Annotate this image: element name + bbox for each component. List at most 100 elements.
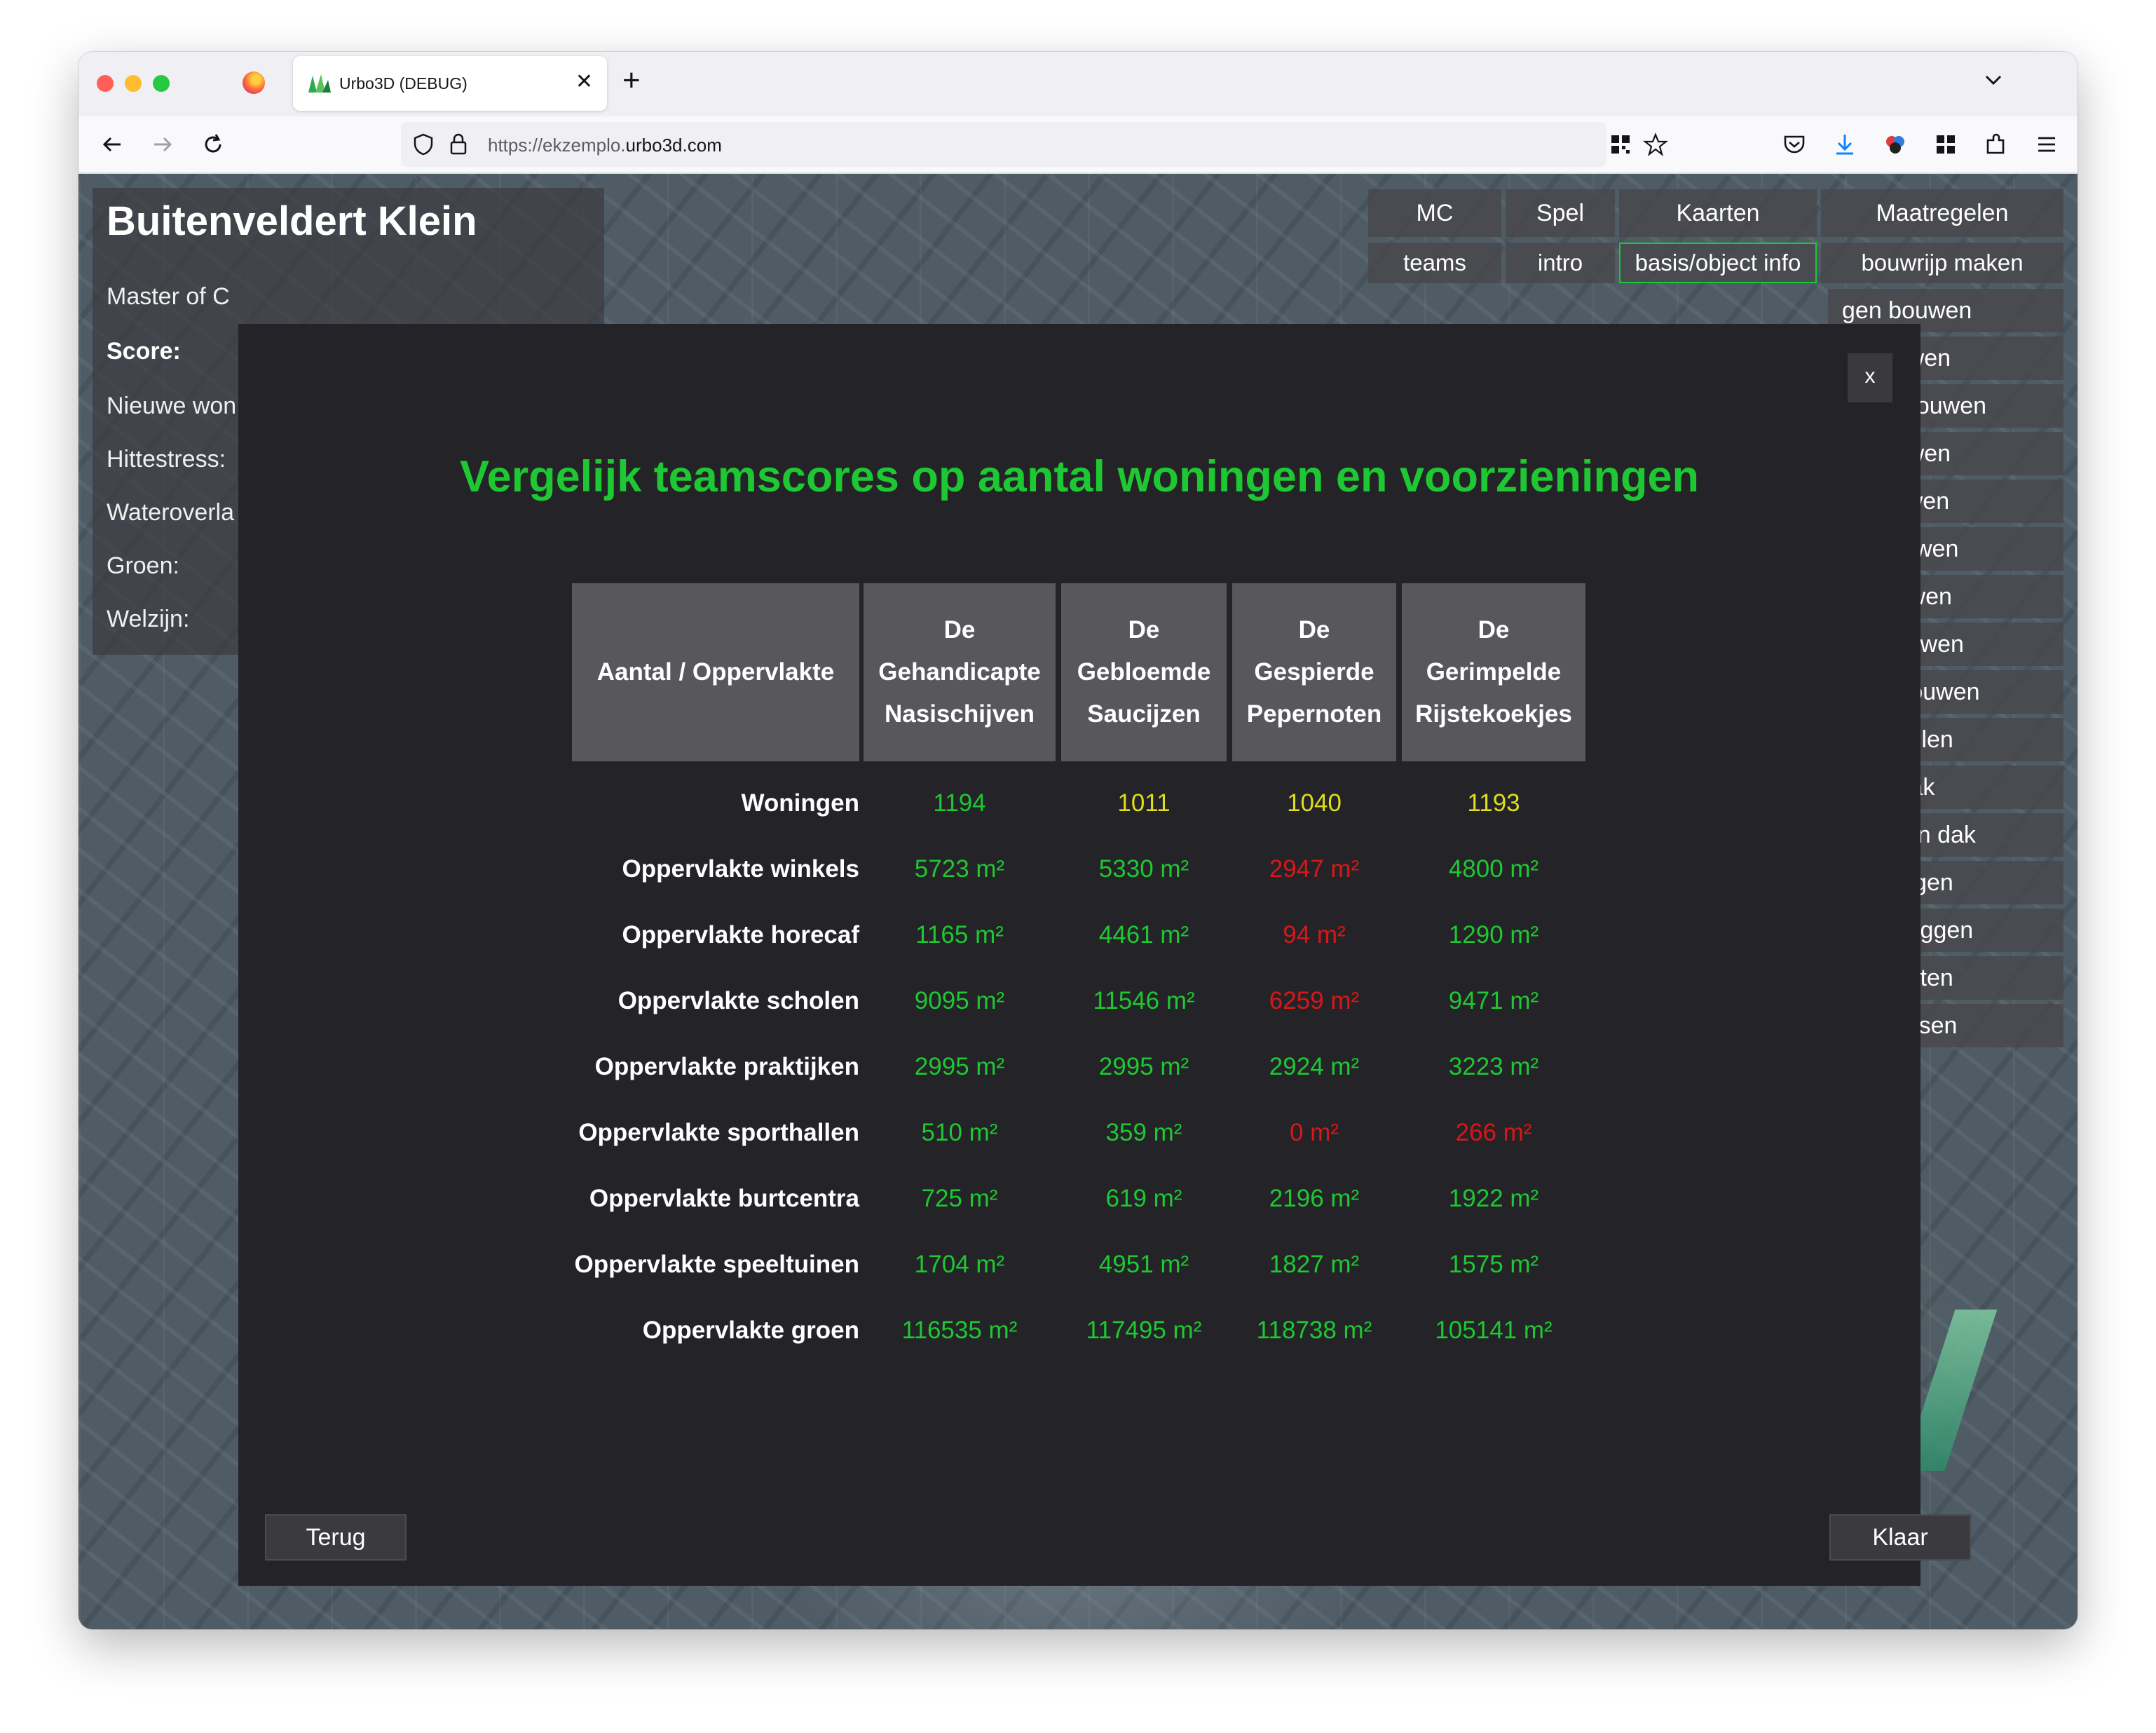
- table-header-team: De Gespierde Pepernoten: [1232, 583, 1396, 761]
- table-header-team: De Gebloemde Saucijzen: [1061, 583, 1227, 761]
- shield-icon[interactable]: [411, 132, 436, 157]
- pocket-icon[interactable]: [1779, 129, 1810, 160]
- table-cell: 359 m²: [1105, 1119, 1182, 1146]
- table-cell: 118738 m²: [1256, 1317, 1372, 1344]
- table-header-team: De Gerimpelde Rijstekoekjes: [1402, 583, 1585, 761]
- table-cell: 3223 m²: [1448, 1053, 1539, 1080]
- table-cell: 1290 m²: [1448, 921, 1539, 949]
- extensions-grid-icon[interactable]: [1930, 129, 1961, 160]
- table-cell: 266 m²: [1455, 1119, 1532, 1146]
- score-item: Nieuwe won: [107, 393, 237, 419]
- table-cell: 9471 m²: [1448, 987, 1539, 1014]
- map-viewport[interactable]: Buitenveldert Klein Master of C Score: N…: [79, 174, 2077, 1629]
- table-cell: 1704 m²: [914, 1251, 1005, 1278]
- location-subtitle: Master of C: [107, 283, 230, 310]
- reload-icon[interactable]: [198, 129, 228, 160]
- zoom-window-button[interactable]: [153, 75, 170, 92]
- table-cell: 2924 m²: [1269, 1053, 1360, 1080]
- table-cell: 9095 m²: [914, 987, 1005, 1014]
- chevron-down-icon[interactable]: [1979, 66, 2007, 94]
- table-cell: 5723 m²: [914, 855, 1005, 883]
- container-extension-icon[interactable]: [1880, 129, 1911, 160]
- table-cell: 1165 m²: [915, 921, 1004, 949]
- table-cell: 11546 m²: [1093, 987, 1195, 1014]
- menu-item-teams[interactable]: teams: [1368, 243, 1501, 283]
- url-domain: urbo3d.com: [625, 135, 722, 156]
- puzzle-extensions-icon[interactable]: [1981, 129, 2012, 160]
- table-cell: 2947 m²: [1269, 855, 1360, 883]
- table-row-label: Woningen: [741, 789, 860, 817]
- qr-code-icon[interactable]: [1609, 133, 1632, 156]
- browser-window: Urbo3D (DEBUG) ✕ + https://ekzemplo.urbo…: [79, 52, 2077, 1629]
- menu-item-intro[interactable]: intro: [1506, 243, 1615, 283]
- team-comparison-dialog: x Vergelijk teamscores op aantal woninge…: [238, 324, 1971, 1586]
- url-text[interactable]: https://ekzemplo.urbo3d.com: [488, 135, 722, 156]
- score-item: Welzijn:: [107, 606, 190, 632]
- done-button[interactable]: Klaar: [1829, 1514, 1971, 1561]
- tab-strip: Urbo3D (DEBUG) ✕ +: [79, 52, 2077, 116]
- table-header-label: Aantal / Oppervlakte: [572, 583, 859, 761]
- menu-item-basis-object-info[interactable]: basis/object info: [1619, 243, 1817, 283]
- menu-item-bouwrijp-maken[interactable]: bouwrijp maken: [1821, 243, 2063, 283]
- close-window-button[interactable]: [97, 75, 114, 92]
- score-item: Groen:: [107, 552, 179, 579]
- tab-title: Urbo3D (DEBUG): [339, 74, 468, 93]
- table-cell: 117495 m²: [1086, 1317, 1202, 1344]
- table-cell: 105141 m²: [1435, 1317, 1553, 1344]
- table-cell: 1922 m²: [1448, 1185, 1539, 1212]
- table-row-label: Oppervlakte groen: [642, 1317, 859, 1344]
- menu-tab-maatregelen[interactable]: Maatregelen: [1821, 189, 2063, 237]
- table-cell: 2995 m²: [914, 1053, 1005, 1080]
- minimize-window-button[interactable]: [125, 75, 142, 92]
- table-cell: 1040: [1287, 789, 1342, 817]
- back-arrow-icon[interactable]: [97, 129, 128, 160]
- forward-arrow-icon[interactable]: [147, 129, 178, 160]
- firefox-icon[interactable]: [243, 72, 265, 94]
- table-cell: 510 m²: [921, 1119, 998, 1146]
- url-prefix: https://ekzemplo.: [488, 135, 626, 156]
- table-row-label: Oppervlakte scholen: [618, 987, 859, 1014]
- table-cell: 6259 m²: [1269, 987, 1360, 1014]
- menu-tab-spel[interactable]: Spel: [1506, 189, 1615, 237]
- bookmark-star-icon[interactable]: [1643, 132, 1668, 157]
- table-row-label: Oppervlakte sporthallen: [578, 1119, 859, 1146]
- tab-close-icon[interactable]: ✕: [575, 70, 593, 94]
- table-row-label: Oppervlakte speeltuinen: [574, 1251, 859, 1278]
- urbo3d-favicon-icon: [308, 74, 331, 93]
- table-cell: 4461 m²: [1098, 921, 1189, 949]
- hamburger-menu-icon[interactable]: [2031, 129, 2062, 160]
- table-cell: 4951 m²: [1098, 1251, 1189, 1278]
- table-cell: 0 m²: [1290, 1119, 1339, 1146]
- table-cell: 94 m²: [1283, 921, 1346, 949]
- navigation-bar: https://ekzemplo.urbo3d.com: [79, 116, 2077, 174]
- browser-tab[interactable]: Urbo3D (DEBUG) ✕: [293, 56, 607, 111]
- score-item: Wateroverla: [107, 499, 235, 526]
- menu-tab-mc[interactable]: MC: [1368, 189, 1501, 237]
- table-cell: 5330 m²: [1098, 855, 1189, 883]
- score-label: Score:: [107, 338, 181, 365]
- back-button[interactable]: Terug: [265, 1514, 407, 1561]
- download-icon[interactable]: [1829, 129, 1860, 160]
- table-cell: 4800 m²: [1448, 855, 1539, 883]
- table-cell: 1575 m²: [1448, 1251, 1539, 1278]
- table-row-label: Oppervlakte praktijken: [594, 1053, 859, 1080]
- table-cell: 619 m²: [1105, 1185, 1182, 1212]
- location-title: Buitenveldert Klein: [107, 198, 477, 244]
- dialog-title: Vergelijk teamscores op aantal woningen …: [460, 452, 1699, 501]
- table-cell: 1827 m²: [1269, 1251, 1360, 1278]
- new-tab-button[interactable]: +: [622, 63, 641, 98]
- url-bar[interactable]: https://ekzemplo.urbo3d.com: [401, 122, 1668, 167]
- table-row-label: Oppervlakte winkels: [622, 855, 859, 883]
- table-cell: 1011: [1117, 789, 1171, 817]
- table-cell: 725 m²: [921, 1185, 998, 1212]
- score-item: Hittestress:: [107, 446, 226, 473]
- table-cell: 1194: [933, 789, 986, 817]
- table-row-label: Oppervlakte burtcentra: [589, 1185, 859, 1212]
- table-cell: 2995 m²: [1098, 1053, 1189, 1080]
- table-cell: 2196 m²: [1269, 1185, 1360, 1212]
- table-cell: 1193: [1467, 789, 1520, 817]
- table-row-label: Oppervlakte horecaf: [622, 921, 859, 949]
- lock-icon[interactable]: [447, 132, 470, 157]
- dialog-close-button[interactable]: x: [1848, 353, 1892, 402]
- menu-tab-kaarten[interactable]: Kaarten: [1619, 189, 1817, 237]
